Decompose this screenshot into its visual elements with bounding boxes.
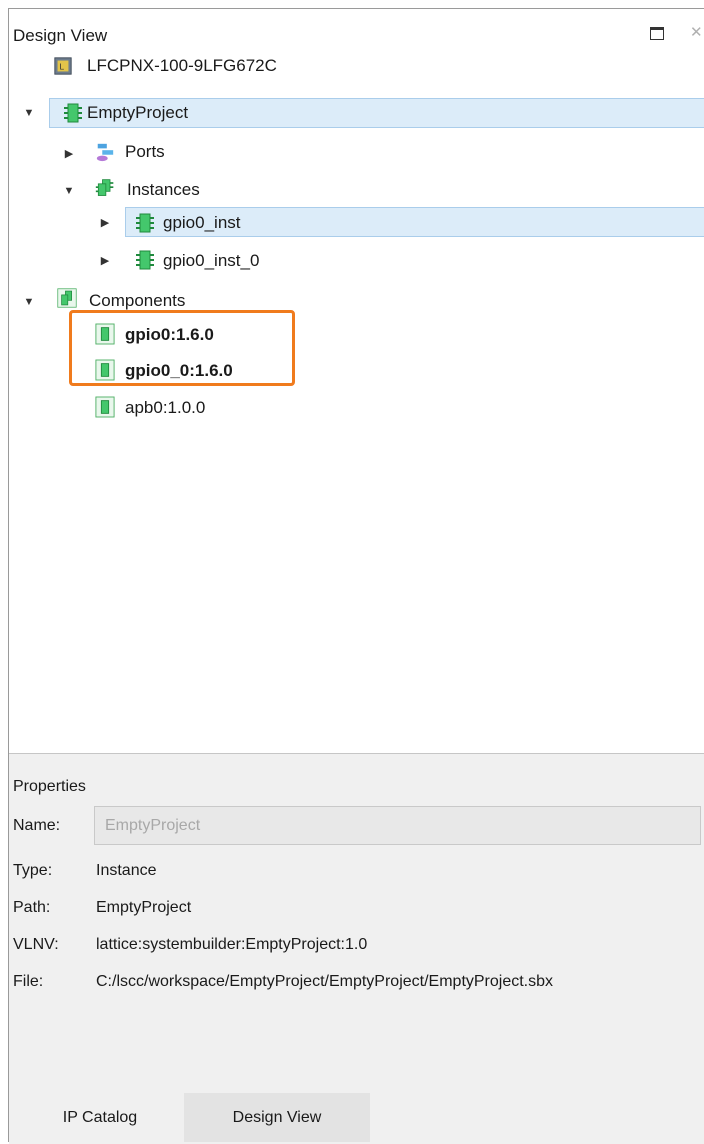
panel-title-bar: Design View ✕: [9, 9, 704, 51]
chip-icon: [136, 250, 154, 270]
name-field[interactable]: [94, 806, 701, 845]
instances-icon: [95, 179, 114, 196]
instances-label[interactable]: Instances: [127, 180, 200, 200]
chip-icon: [136, 213, 154, 233]
project-label: EmptyProject: [87, 103, 189, 122]
expand-arrow-icon[interactable]: ▼: [23, 296, 35, 308]
panel-title: Design View: [13, 26, 108, 45]
chip-icon: [64, 103, 82, 123]
vlnv-label: VLNV:: [13, 936, 59, 953]
collapse-arrow-icon[interactable]: ▶: [99, 254, 111, 267]
tree-item-device[interactable]: L LFCPNX-100-9LFG672C: [9, 51, 704, 81]
file-label: File:: [13, 973, 44, 990]
path-value: EmptyProject: [96, 899, 192, 916]
fpga-device-icon: L: [54, 57, 72, 75]
properties-panel: Properties Name: Type: Instance Path: Em…: [9, 753, 704, 1144]
tab-design-view[interactable]: Design View: [184, 1093, 370, 1142]
path-label: Path:: [13, 899, 51, 916]
ports-label[interactable]: Ports: [125, 142, 165, 162]
annotation-highlight-box: [69, 310, 295, 386]
expand-arrow-icon[interactable]: ▼: [23, 107, 35, 119]
close-icon[interactable]: ✕: [690, 23, 703, 41]
vlnv-value: lattice:systembuilder:EmptyProject:1.0: [96, 936, 368, 953]
maximize-icon[interactable]: [650, 27, 664, 40]
instance-label[interactable]: gpio0_inst_0: [163, 251, 259, 271]
expand-arrow-icon[interactable]: ▼: [63, 185, 75, 197]
collapse-arrow-icon[interactable]: ▶: [99, 216, 111, 229]
component-icon: [95, 396, 115, 418]
name-label: Name:: [13, 817, 61, 834]
components-icon: [57, 288, 77, 308]
properties-title: Properties: [13, 778, 86, 795]
type-value: Instance: [96, 862, 157, 879]
design-tree: L LFCPNX-100-9LFG672C ▼ EmptyProject ▶ P…: [9, 51, 704, 753]
file-value: C:/lscc/workspace/EmptyProject/EmptyProj…: [96, 973, 554, 990]
type-label: Type:: [13, 862, 53, 879]
collapse-arrow-icon[interactable]: ▶: [63, 147, 75, 160]
components-label[interactable]: Components: [89, 291, 185, 311]
svg-text:L: L: [59, 62, 64, 72]
component-label[interactable]: apb0:1.0.0: [125, 398, 205, 418]
ports-icon: [96, 143, 114, 162]
design-view-panel: Design View ✕ L LFCPNX-100-9LFG672C ▼ Em…: [8, 8, 704, 1144]
tab-ip-catalog[interactable]: IP Catalog: [30, 1093, 170, 1142]
device-label: LFCPNX-100-9LFG672C: [87, 56, 277, 75]
instance-label: gpio0_inst: [163, 213, 241, 232]
